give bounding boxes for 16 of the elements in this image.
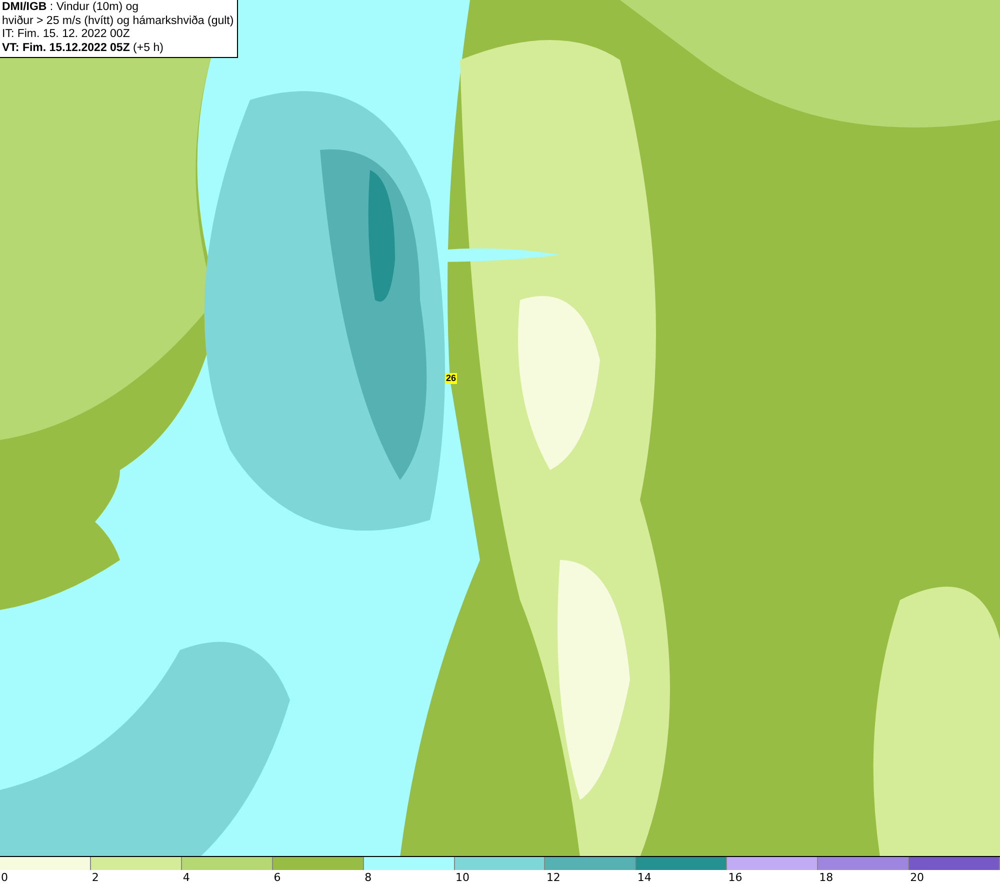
title-line: VT: Fim. 15.12.2022 05Z (+5 h) bbox=[2, 42, 164, 55]
legend-tick: 6 bbox=[272, 870, 282, 886]
legend-tick: 18 bbox=[818, 870, 834, 886]
legend-tick: 10 bbox=[454, 870, 471, 886]
legend-tick: 4 bbox=[182, 870, 191, 886]
legend-tick: 14 bbox=[636, 870, 652, 886]
legend-tick: 8 bbox=[364, 870, 373, 886]
title-line: DMI/IGB : Vindur (10m) og bbox=[2, 1, 140, 14]
legend-tick: 20 bbox=[909, 870, 926, 886]
legend-tick: 16 bbox=[727, 870, 744, 886]
legend-tick: 0 bbox=[0, 870, 9, 886]
legend-tick: 12 bbox=[545, 870, 562, 886]
title-line: IT: Fim. 15. 12. 2022 00Z bbox=[2, 28, 131, 42]
title-line: hviður > 25 m/s (hvítt) og hámarkshviða (gult) bbox=[2, 14, 234, 28]
legend-tick: 2 bbox=[90, 870, 100, 886]
gust-label: 26 bbox=[445, 373, 458, 384]
